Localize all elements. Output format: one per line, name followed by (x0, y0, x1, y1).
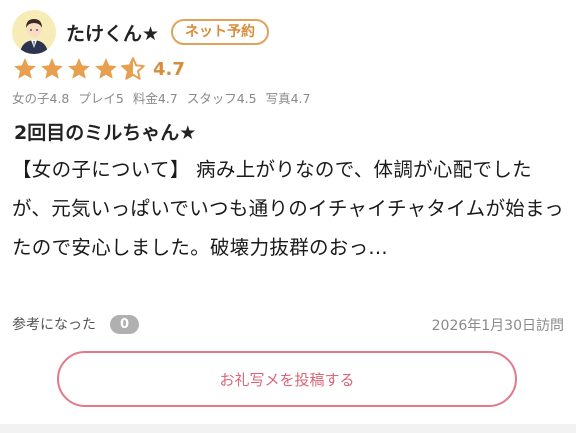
review-body[interactable]: 【女の子について】 病み上がりなので、体調が心配でしたが、元気いっぱいでいつも通… (12, 150, 568, 267)
sub-score-price: 料金4.7 (132, 91, 178, 106)
sub-score-play: プレイ5 (78, 91, 124, 106)
avatar (12, 10, 56, 54)
post-button-label: お礼写メを投稿する (219, 370, 355, 389)
user-avatar-icon (12, 10, 56, 54)
rating-row: 4.7 (12, 56, 185, 82)
section-divider (0, 424, 576, 433)
rating-value: 4.7 (153, 58, 185, 80)
helpful-count-badge[interactable]: 0 (110, 314, 140, 334)
review-header: たけくん★ ネット予約 (12, 10, 270, 54)
review-title: 2回目のミルちゃん★ (14, 122, 197, 144)
reviewer-name: たけくん★ (66, 22, 160, 45)
sub-scores: 女の子4.8 プレイ5 料金4.7 スタッフ4.5 写真4.7 (12, 88, 315, 107)
star-full-icon (68, 58, 90, 79)
star-full-icon (41, 58, 63, 79)
star-half-icon (121, 57, 145, 80)
sub-score-photo: 写真4.7 (265, 91, 311, 106)
star-full-icon (95, 58, 117, 79)
star-rating (12, 56, 147, 82)
review-card: たけくん★ ネット予約 4.7 女の子4.8 プレイ5 料金4.7 スタッフ4.… (0, 0, 576, 433)
helpful-row: 参考になった 0 (12, 314, 140, 334)
helpful-label[interactable]: 参考になった (12, 314, 96, 334)
net-reservation-badge: ネット予約 (171, 19, 270, 45)
post-thanks-photo-button[interactable]: お礼写メを投稿する (57, 351, 517, 407)
visit-date: 2026年1月30日訪問 (431, 318, 564, 334)
sub-score-staff: スタッフ4.5 (186, 91, 257, 106)
star-full-icon (14, 58, 36, 79)
sub-score-girl: 女の子4.8 (12, 91, 70, 106)
